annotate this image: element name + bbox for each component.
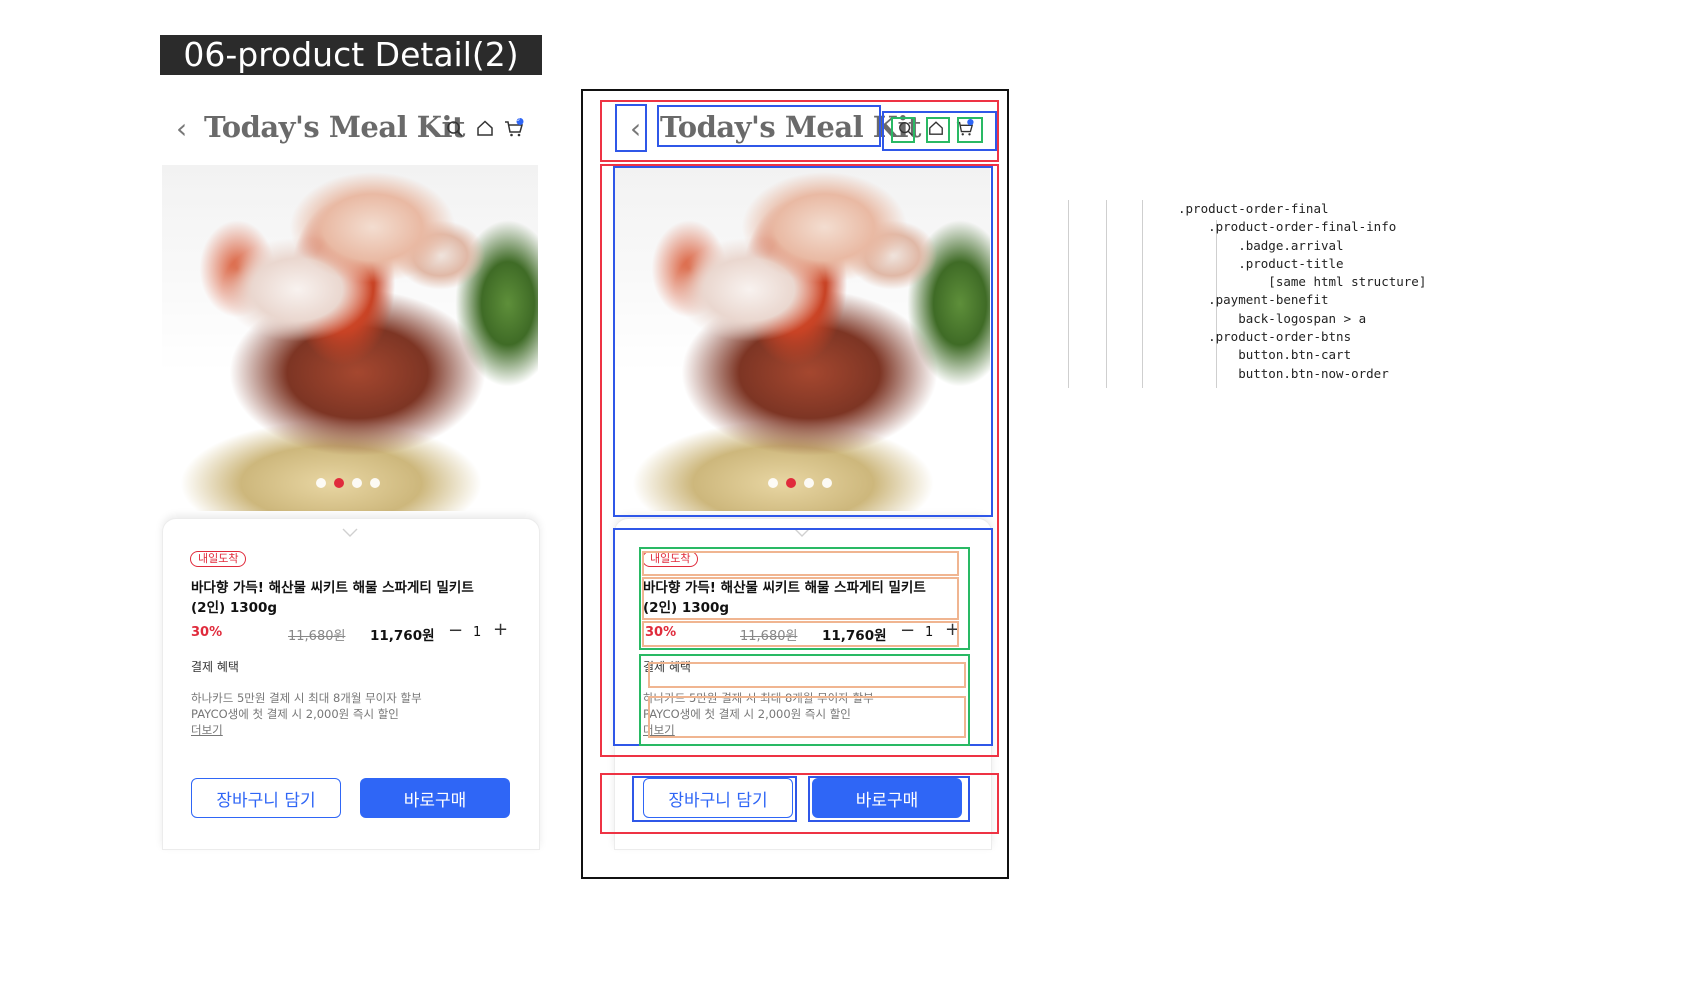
carousel-dot[interactable] (370, 478, 380, 488)
annotation-cart-icon (957, 117, 983, 143)
page-title: Today's Meal Kit (204, 110, 465, 144)
page-label: 06-product Detail(2) (160, 35, 542, 75)
annotation-product-image (613, 166, 993, 517)
sale-price: 11,760원 (370, 628, 435, 644)
discount-rate: 30% (191, 625, 223, 640)
benefit-line-2: PAYCO생에 첫 결제 시 2,000원 즉시 할인 (191, 707, 399, 721)
annotation-benefit-heading (648, 662, 966, 688)
cart-count-badge: 0 (516, 116, 520, 123)
indent-guide (1068, 200, 1069, 388)
order-now-button[interactable]: 바로구매 (360, 778, 510, 818)
arrival-badge: 내일도착 (190, 551, 247, 567)
annotation-home-icon (926, 117, 950, 143)
payment-benefit-heading: 결제 혜택 (191, 660, 239, 674)
annotation-price-row (642, 621, 959, 647)
cart-icon[interactable] (504, 118, 524, 138)
product-detail-mockup: ‹ Today's Meal Kit 0 내일도착 바다향 가득! 해산물 씨키… (160, 100, 540, 850)
indent-guide (1142, 200, 1143, 388)
back-button[interactable]: ‹ (176, 115, 187, 143)
more-link[interactable]: 더보기 (191, 722, 223, 738)
annotation-title (657, 105, 881, 147)
annotation-cart-button (632, 776, 797, 822)
annotation-product-title (642, 577, 959, 620)
original-price: 11,680원 (288, 629, 346, 644)
quantity-value: 1 (473, 625, 482, 640)
product-title-line1: 바다향 가득! 해산물 씨키트 해물 스파게티 밀키트 (191, 580, 474, 596)
annotation-benefit-text (648, 696, 966, 738)
indent-guide (1106, 200, 1107, 388)
html-structure-code: .product-order-final .product-order-fina… (1178, 201, 1427, 381)
annotation-badge (642, 551, 959, 576)
quantity-plus-button[interactable]: + (493, 621, 508, 639)
annotation-order-button (808, 776, 970, 822)
cart-button[interactable]: 장바구니 담기 (191, 778, 341, 818)
product-image[interactable] (162, 165, 538, 511)
carousel-dot[interactable] (352, 478, 362, 488)
chevron-down-icon[interactable] (342, 528, 358, 538)
carousel-dot[interactable] (316, 478, 326, 488)
home-icon[interactable] (476, 119, 494, 137)
quantity-minus-button[interactable]: − (448, 622, 463, 640)
annotation-back-button (615, 104, 647, 152)
carousel-dot-active[interactable] (334, 478, 344, 488)
annotation-search-icon (891, 117, 915, 143)
search-icon[interactable] (446, 120, 464, 138)
benefit-line-1: 하나카드 5만원 결제 시 최대 8개월 무이자 할부 (191, 691, 422, 705)
carousel-dots (316, 478, 380, 488)
product-title-line2: (2인) 1300g (191, 600, 278, 616)
